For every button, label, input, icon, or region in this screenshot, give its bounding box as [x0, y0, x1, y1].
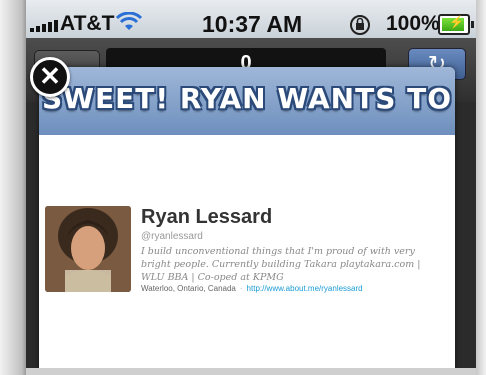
clock: 10:37 AM	[202, 11, 303, 37]
close-icon[interactable]: ✕	[30, 57, 70, 97]
rotation-lock-icon	[348, 14, 372, 41]
profile-url-link[interactable]: http://www.about.me/ryanlessard	[247, 284, 363, 293]
status-bar: AT&T 10:37 AM 100% ⚡	[26, 0, 476, 38]
wifi-icon	[115, 11, 143, 37]
profile-bio: I build unconventional things that I'm p…	[141, 246, 421, 283]
meta-separator: ·	[239, 284, 243, 293]
dialog-header: SWEET! RYAN WANTS TO	[39, 67, 455, 135]
profile-handle: @ryanlessard	[141, 231, 203, 242]
avatar	[45, 206, 131, 292]
device-bezel-left	[0, 0, 26, 375]
device-bezel-right	[476, 0, 486, 375]
profile-name: Ryan Lessard	[141, 206, 273, 228]
battery-icon: ⚡	[438, 14, 474, 35]
signal-strength-icon	[30, 20, 58, 32]
profile-meta: Waterloo, Ontario, Canada · http://www.abo…	[141, 284, 363, 293]
bottom-edge	[26, 368, 476, 375]
dialog-title: SWEET! RYAN WANTS TO	[41, 82, 453, 115]
battery-percentage: 100%	[386, 12, 440, 35]
profile-location: Waterloo, Ontario, Canada	[141, 284, 236, 293]
profile-card: Ryan Lessard @ryanlessard I build unconv…	[45, 204, 445, 304]
authorize-dialog: SWEET! RYAN WANTS TO Ryan Lessard @ryanl…	[39, 67, 455, 375]
carrier-label: AT&T	[60, 12, 115, 35]
